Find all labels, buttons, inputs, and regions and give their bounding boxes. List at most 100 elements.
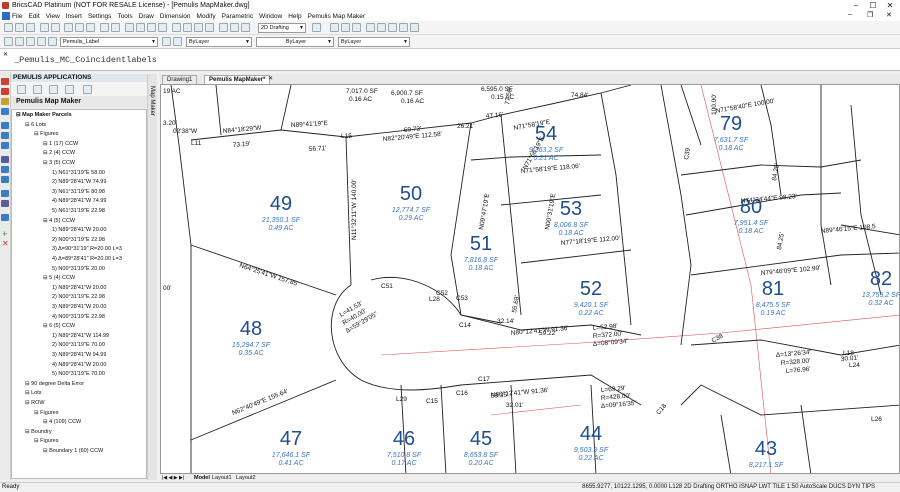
tree-item[interactable]: 1) N89°28'41"W 20.00 <box>52 285 106 292</box>
menu-dimension[interactable]: Dimension <box>160 13 191 20</box>
tree-item[interactable]: ⊟ Boundary 1 (60) CCW <box>43 448 103 455</box>
tree-item[interactable]: 4) Δ=89°28'41" R=20.00 L=3 <box>52 256 122 263</box>
lot-number[interactable]: 53 <box>560 198 582 220</box>
tree-item[interactable]: ⊟ Lots <box>25 390 42 397</box>
command-line-close-icon[interactable]: ✕ <box>3 51 8 58</box>
tool-11-icon[interactable] <box>1 190 9 197</box>
design-center-icon[interactable] <box>205 23 214 32</box>
panel-tool-3-icon[interactable] <box>49 85 58 94</box>
make-current-icon[interactable] <box>162 37 171 46</box>
lot-number[interactable]: 44 <box>580 423 602 445</box>
zoom-extents-icon[interactable] <box>158 23 167 32</box>
menu-edit[interactable]: Edit <box>28 13 39 20</box>
tab-layout1[interactable]: Layout1 <box>212 474 232 482</box>
pemulis-tool-5-icon[interactable] <box>377 23 386 32</box>
tool-6-icon[interactable] <box>1 132 9 139</box>
cut-icon[interactable] <box>64 23 73 32</box>
layer-color-icon[interactable] <box>48 37 57 46</box>
tree-item[interactable]: ⊟ 5 (4) CCW <box>43 275 75 282</box>
maximize-icon[interactable]: ☐ <box>865 0 881 11</box>
tab-model[interactable]: Model <box>194 474 210 482</box>
menu-view[interactable]: View <box>46 13 60 20</box>
pemulis-tool-1-icon[interactable] <box>330 23 339 32</box>
tree-item[interactable]: 4) N89°28'41"W 20.00 <box>52 362 106 369</box>
tool-7-icon[interactable] <box>1 142 9 149</box>
tab-pemulis-mapmaker[interactable]: Pemulis MapMaker* <box>204 75 271 84</box>
layer-select[interactable]: Pemulis_Label ▼ <box>60 37 158 47</box>
properties-icon[interactable] <box>172 23 181 32</box>
paste-icon[interactable] <box>86 23 95 32</box>
menu-draw[interactable]: Draw <box>139 13 154 20</box>
lot-number[interactable]: 48 <box>240 318 262 340</box>
tree-item[interactable]: 3) N89°28'41"W 94.99 <box>52 352 106 359</box>
color-select[interactable]: ByLayer ▼ <box>186 37 252 47</box>
tree-item[interactable]: 1) N89°28'41"W 20.00 <box>52 227 106 234</box>
tree-item[interactable]: ⊟ 4 (5) CCW <box>43 218 75 225</box>
tool-10-icon[interactable] <box>1 176 9 183</box>
explorer-icon[interactable] <box>194 23 203 32</box>
tree-item[interactable]: 1) N89°28'41"W 114.99 <box>52 333 109 340</box>
tree-item[interactable]: 2) N00°31'19"E 22.98 <box>52 294 105 301</box>
layer-previous-icon[interactable] <box>173 37 182 46</box>
tree-item[interactable]: ⊟ ROW <box>25 400 45 407</box>
tool-8-icon[interactable] <box>1 156 9 163</box>
arc-icon[interactable] <box>1 98 9 105</box>
map-maker-tree[interactable]: ⊟ Map Maker Parcels ⊟ 6 Lots ⊟ Figures ⊟ 1 … <box>11 109 147 479</box>
layer-on-icon[interactable] <box>15 37 24 46</box>
save-icon[interactable] <box>26 23 35 32</box>
lot-number[interactable]: 81 <box>762 278 784 300</box>
settings-icon[interactable] <box>230 23 239 32</box>
tab-layout2[interactable]: Layout2 <box>236 474 256 482</box>
polyline-icon[interactable] <box>1 88 9 95</box>
zoom-icon[interactable] <box>136 23 145 32</box>
menu-window[interactable]: Window <box>259 13 282 20</box>
lot-number[interactable]: 46 <box>393 428 415 450</box>
tree-item[interactable]: 2) N00°31'19"E 22.98 <box>52 237 105 244</box>
menu-file[interactable]: File <box>12 13 22 20</box>
tab-close-icon[interactable]: ✕ <box>268 75 273 82</box>
pemulis-tool-6-icon[interactable] <box>388 23 397 32</box>
tree-item[interactable]: ⊟ 90 degree Delta Error <box>25 381 84 388</box>
tool-13-icon[interactable] <box>1 214 9 221</box>
tool-9-icon[interactable] <box>1 166 9 173</box>
lot-number[interactable]: 51 <box>470 233 492 255</box>
undo-icon[interactable] <box>100 23 109 32</box>
tree-item[interactable]: ⊟ 6 Lots <box>25 122 46 129</box>
doc-restore-icon[interactable]: ❐ <box>867 11 873 19</box>
doc-close-icon[interactable]: ✕ <box>886 11 892 19</box>
command-line[interactable]: ✕ _Pemulis_MC_Coincidentlabels <box>0 49 900 71</box>
remove-icon[interactable]: ✕ <box>2 240 9 248</box>
redo-icon[interactable] <box>111 23 120 32</box>
linetype-select[interactable]: ByLayer ▼ <box>256 37 334 47</box>
pemulis-tool-8-icon[interactable] <box>410 23 419 32</box>
pemulis-tool-7-icon[interactable] <box>399 23 408 32</box>
tree-item[interactable]: ⊟ 6 (5) CCW <box>43 323 75 330</box>
tree-item[interactable]: ⊟ 2 (4) CCW <box>43 150 75 157</box>
print-icon[interactable] <box>40 23 49 32</box>
add-icon[interactable]: + <box>2 230 7 239</box>
open-icon[interactable] <box>15 23 24 32</box>
tree-item[interactable]: ⊟ Map Maker Parcels <box>16 112 72 119</box>
panel-list-icon[interactable] <box>17 85 26 94</box>
tree-item[interactable]: ⊟ 1 (17) CCW <box>43 141 78 148</box>
tree-item[interactable]: 5) N00°31'19"E 20.00 <box>52 266 105 273</box>
pan-icon[interactable] <box>125 23 134 32</box>
pemulis-tool-4-icon[interactable] <box>366 23 375 32</box>
close-icon[interactable]: ✕ <box>882 0 898 11</box>
layer-freeze-icon[interactable] <box>26 37 35 46</box>
lot-number[interactable]: 49 <box>270 193 292 215</box>
tree-item[interactable]: 1) N61°31'19"E 58.00 <box>52 170 105 177</box>
lot-number[interactable]: 82 <box>870 268 892 290</box>
tree-item[interactable]: ⊟ 3 (5) CCW <box>43 160 75 167</box>
circle-icon[interactable] <box>1 108 9 115</box>
layer-manager-icon[interactable] <box>4 37 13 46</box>
menu-tools[interactable]: Tools <box>117 13 132 20</box>
lot-number[interactable]: 50 <box>400 183 422 205</box>
draw-tool-icon[interactable] <box>1 78 9 85</box>
menu-settings[interactable]: Settings <box>88 13 112 20</box>
workspace-select[interactable]: 2D Drafting ▼ <box>258 23 306 33</box>
tree-item[interactable]: ⊟ Figures <box>34 410 58 417</box>
drawing-svg[interactable]: 49 21,350.1 SF0.49 AC 50 12,774.7 SF0.29 AC… <box>161 85 900 474</box>
tree-item[interactable]: 5) N00°31'19"E 70.00 <box>52 371 105 378</box>
panel-tool-4-icon[interactable] <box>65 85 74 94</box>
